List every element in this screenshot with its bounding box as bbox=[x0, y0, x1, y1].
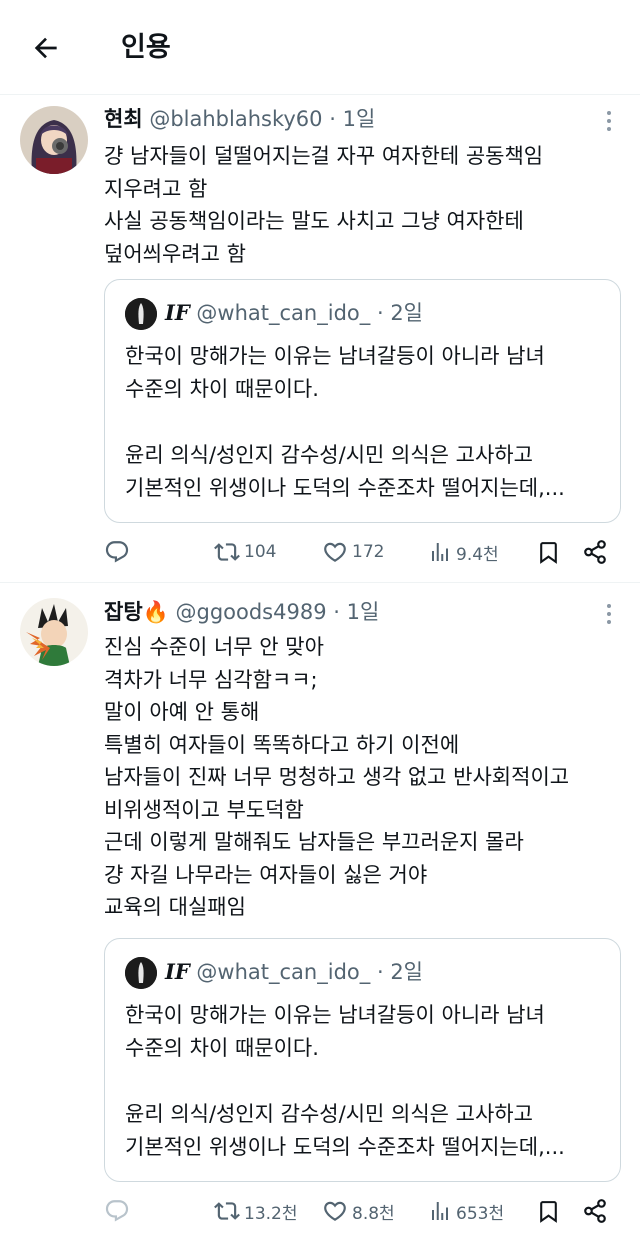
quoted-tweet-header: IF @what_can_ido_ · 2일 bbox=[165, 297, 423, 329]
tweet-text-line: 격차가 너무 심각함ㅋㅋ; bbox=[104, 667, 318, 692]
tweet-text-line: 덮어씌우려고 함 bbox=[104, 241, 246, 266]
repost-button[interactable]: 13.2천 bbox=[214, 1194, 298, 1228]
tweet-text-line: 말이 아예 안 통해 bbox=[104, 700, 260, 724]
share-button[interactable] bbox=[582, 1194, 608, 1228]
tweet-text-line: 걍 남자들이 덜떨어지는걸 자꾸 여자한테 공동책임 bbox=[104, 144, 544, 168]
tweet-text-line: 교육의 대실패임 bbox=[104, 895, 246, 919]
quoted-text-line: 한국이 망해가는 이유는 남녀갈등이 아니라 남녀 bbox=[125, 1003, 545, 1027]
tweet-text-line: 진심 수준이 너무 안 맞아 bbox=[104, 635, 324, 659]
like-button[interactable]: 172 bbox=[322, 535, 384, 569]
page-title: 인용 bbox=[121, 32, 171, 63]
quoted-tweet-text: 한국이 망해가는 이유는 남녀갈등이 아니라 남녀 수준의 차이 때문이다. 윤… bbox=[125, 999, 605, 1164]
separator: · bbox=[329, 107, 336, 131]
bookmark-icon bbox=[540, 541, 557, 564]
quoted-user-handle: @what_can_ido_ bbox=[196, 301, 371, 325]
display-name[interactable]: 잡탕🔥 bbox=[104, 600, 169, 624]
arrow-left-icon bbox=[34, 37, 57, 59]
heart-icon bbox=[324, 542, 346, 562]
views-chart-icon bbox=[432, 543, 448, 561]
reply-button[interactable] bbox=[104, 1194, 130, 1228]
user-handle[interactable]: @blahblahsky60 bbox=[149, 107, 322, 131]
like-count: 172 bbox=[352, 542, 385, 562]
share-icon bbox=[584, 1199, 606, 1223]
quoted-text-line: 윤리 의식/성인지 감수성/시민 의식은 고사하고 bbox=[125, 1102, 533, 1126]
quoted-timestamp: 2일 bbox=[390, 960, 423, 984]
tweet-text-line: 남자들이 진짜 너무 멍청하고 생각 없고 반사회적이고 bbox=[104, 765, 570, 789]
bookmark-button[interactable] bbox=[536, 1194, 561, 1228]
view-count: 653천 bbox=[456, 1203, 505, 1224]
quoted-avatar bbox=[125, 957, 157, 989]
back-button[interactable] bbox=[26, 28, 66, 68]
separator: · bbox=[376, 301, 384, 325]
user-handle[interactable]: @ggoods4989 bbox=[175, 600, 326, 624]
display-name[interactable]: 현최 bbox=[104, 107, 143, 131]
repost-button[interactable]: 104 bbox=[214, 535, 276, 569]
tweet-text-line: 특별히 여자들이 똑똑하다고 하기 이전에 bbox=[104, 732, 460, 757]
heart-icon bbox=[324, 1201, 346, 1221]
tweet-text: 걍 남자들이 덜떨어지는걸 자꾸 여자한테 공동책임 지우려고 함 사실 공동책… bbox=[104, 140, 624, 270]
quoted-display-name: IF bbox=[165, 300, 190, 325]
views-chart-icon bbox=[432, 1202, 448, 1220]
quoted-text-line bbox=[125, 406, 605, 439]
quoted-tweet[interactable]: IF @what_can_ido_ · 2일 한국이 망해가는 이유는 남녀갈등… bbox=[104, 938, 621, 1182]
quoted-display-name: IF bbox=[165, 959, 190, 984]
quoted-text-line: 수준의 차이 때문이다. bbox=[125, 1036, 319, 1060]
repost-icon bbox=[214, 543, 240, 561]
quoted-text-line: 기본적인 위생이나 도덕의 수준조차 떨어지는데,... bbox=[125, 476, 565, 500]
repost-count: 104 bbox=[244, 542, 277, 562]
tweet-header: 현최 @blahblahsky60 · 1일 bbox=[104, 105, 375, 133]
separator: · bbox=[376, 960, 384, 984]
quoted-text-line: 수준의 차이 때문이다. bbox=[125, 377, 319, 401]
like-count: 8.8천 bbox=[352, 1203, 395, 1224]
repost-count: 13.2천 bbox=[244, 1203, 298, 1224]
quoted-user-handle: @what_can_ido_ bbox=[196, 960, 371, 984]
tweet[interactable]: 잡탕🔥 @ggoods4989 · 1일 진심 수준이 너무 안 맞아 격차가 … bbox=[0, 584, 640, 1246]
bookmark-icon bbox=[540, 1200, 557, 1223]
reply-button[interactable] bbox=[104, 535, 130, 569]
tweet[interactable]: 현최 @blahblahsky60 · 1일 걍 남자들이 덜떨어지는걸 자꾸 … bbox=[0, 95, 640, 583]
like-button[interactable]: 8.8천 bbox=[322, 1194, 395, 1228]
reply-icon bbox=[105, 1200, 129, 1222]
quoted-text-line: 한국이 망해가는 이유는 남녀갈등이 아니라 남녀 bbox=[125, 344, 545, 368]
views-button[interactable]: 9.4천 bbox=[428, 535, 499, 569]
tweet-text: 진심 수준이 너무 안 맞아 격차가 너무 심각함ㅋㅋ; 말이 아예 안 통해 … bbox=[104, 631, 624, 924]
quoted-tweet-header: IF @what_can_ido_ · 2일 bbox=[165, 956, 423, 988]
separator: · bbox=[333, 600, 340, 624]
tweet-text-line: 비위생적이고 부도덕함 bbox=[104, 797, 304, 822]
more-options-icon[interactable] bbox=[604, 107, 614, 135]
avatar[interactable] bbox=[20, 598, 88, 666]
repost-icon bbox=[214, 1202, 240, 1220]
bookmark-button[interactable] bbox=[536, 535, 561, 569]
tweet-header: 잡탕🔥 @ggoods4989 · 1일 bbox=[104, 598, 379, 626]
view-count: 9.4천 bbox=[456, 544, 499, 565]
action-bar: 104 172 9.4천 bbox=[104, 535, 624, 569]
reply-icon bbox=[105, 541, 129, 563]
quoted-tweet-text: 한국이 망해가는 이유는 남녀갈등이 아니라 남녀 수준의 차이 때문이다. 윤… bbox=[125, 340, 605, 505]
quoted-tweet[interactable]: IF @what_can_ido_ · 2일 한국이 망해가는 이유는 남녀갈등… bbox=[104, 279, 621, 523]
display-name-text: 잡탕 bbox=[104, 600, 143, 624]
quoted-timestamp: 2일 bbox=[390, 301, 423, 325]
timestamp[interactable]: 1일 bbox=[343, 107, 376, 131]
quoted-text-line: 윤리 의식/성인지 감수성/시민 의식은 고사하고 bbox=[125, 443, 533, 467]
top-bar: 인용 bbox=[0, 0, 640, 95]
quoted-text-line: 기본적인 위생이나 도덕의 수준조차 떨어지는데,... bbox=[125, 1135, 565, 1159]
avatar[interactable] bbox=[20, 106, 88, 174]
tweet-text-line: 걍 자길 나무라는 여자들이 싫은 거야 bbox=[104, 862, 428, 887]
action-bar: 13.2천 8.8천 653천 bbox=[104, 1194, 624, 1228]
more-options-icon[interactable] bbox=[604, 600, 614, 628]
tweet-text-line: 지우려고 함 bbox=[104, 176, 208, 201]
quoted-text-line bbox=[125, 1065, 605, 1098]
fire-emoji: 🔥 bbox=[142, 600, 169, 624]
quoted-avatar bbox=[125, 298, 157, 330]
tweet-text-line: 사실 공동책임이라는 말도 사치고 그냥 여자한테 bbox=[104, 209, 524, 233]
views-button[interactable]: 653천 bbox=[428, 1194, 504, 1228]
share-button[interactable] bbox=[582, 535, 608, 569]
tweet-text-line: 근데 이렇게 말해줘도 남자들은 부끄러운지 몰라 bbox=[104, 830, 524, 854]
timestamp[interactable]: 1일 bbox=[347, 600, 380, 624]
share-icon bbox=[584, 540, 606, 564]
